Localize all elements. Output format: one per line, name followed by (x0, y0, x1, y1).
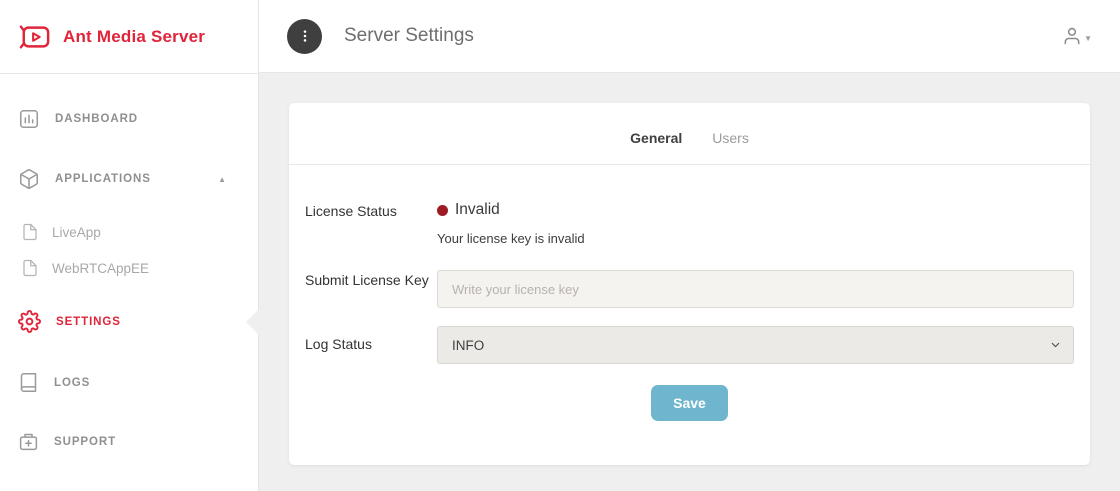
sidebar-item-label: SETTINGS (56, 316, 121, 328)
top-bar: Server Settings ▼ (259, 0, 1120, 73)
save-button[interactable]: Save (651, 385, 728, 421)
sidebar-item-logs[interactable]: LOGS (0, 360, 258, 405)
file-icon (21, 223, 39, 241)
sidebar-item-label: DASHBOARD (55, 113, 138, 125)
logs-icon (18, 372, 39, 393)
main-area: Server Settings ▼ General Users (259, 0, 1120, 491)
caret-down-icon: ▼ (1084, 34, 1092, 43)
sidebar-item-applications[interactable]: APPLICATIONS ▲ (0, 156, 258, 202)
license-status-detail: Your license key is invalid (437, 231, 1074, 246)
dashboard-icon (18, 108, 40, 130)
sidebar-item-liveapp[interactable]: LiveApp (0, 214, 258, 250)
sidebar-item-label: WebRTCAppEE (52, 261, 149, 276)
license-status-row: License Status Invalid Your license key … (305, 201, 1074, 246)
content-area: General Users License Status Invalid (259, 73, 1120, 491)
more-vertical-icon (297, 28, 313, 44)
submit-license-field-wrap (437, 270, 1074, 308)
sidebar-item-dashboard[interactable]: DASHBOARD (0, 96, 258, 142)
user-menu[interactable]: ▼ (1062, 26, 1092, 46)
save-button-wrap: Save (305, 385, 1074, 421)
tabs: General Users (289, 103, 1090, 164)
active-item-notch (246, 309, 259, 335)
actions-menu-button[interactable] (287, 19, 322, 54)
submit-license-label: Submit License Key (305, 270, 437, 292)
applications-collapse-icon[interactable]: ▲ (218, 175, 226, 184)
brand-logo[interactable]: Ant Media Server (0, 0, 258, 73)
settings-gear-icon (18, 310, 41, 333)
sidebar-item-label: APPLICATIONS (55, 173, 151, 185)
file-icon (21, 259, 39, 277)
sidebar-item-webrtcappee[interactable]: WebRTCAppEE (0, 250, 258, 286)
license-status-text: Invalid (455, 201, 500, 219)
sidebar-item-label: LiveApp (52, 225, 101, 240)
settings-card: General Users License Status Invalid (289, 103, 1090, 465)
license-status-dot-icon (437, 205, 448, 216)
sidebar-item-label: SUPPORT (54, 436, 116, 448)
license-status-value: Invalid Your license key is invalid (437, 201, 1074, 246)
page-title: Server Settings (344, 25, 474, 47)
sidebar-item-label: LOGS (54, 377, 90, 389)
support-icon (18, 431, 39, 452)
log-level-select-wrap: INFO (437, 326, 1074, 364)
sidebar-nav: DASHBOARD APPLICATIONS ▲ (0, 74, 258, 464)
license-status-label: License Status (305, 201, 437, 223)
sidebar-item-support[interactable]: SUPPORT (0, 419, 258, 464)
app-root: Ant Media Server DASHBOARD (0, 0, 1120, 491)
ant-media-logo-icon (18, 22, 52, 52)
sidebar-item-settings[interactable]: SETTINGS (0, 298, 258, 345)
tab-general[interactable]: General (630, 130, 682, 146)
license-status-line: Invalid (437, 201, 1074, 219)
log-status-label: Log Status (305, 334, 437, 356)
tab-users[interactable]: Users (712, 130, 749, 146)
license-key-input[interactable] (437, 270, 1074, 308)
sidebar: Ant Media Server DASHBOARD (0, 0, 259, 491)
user-icon (1062, 26, 1082, 46)
log-level-select[interactable]: INFO (437, 326, 1074, 364)
log-status-row: Log Status INFO (305, 326, 1074, 364)
applications-icon (18, 168, 40, 190)
submit-license-row: Submit License Key (305, 270, 1074, 308)
brand-name: Ant Media Server (63, 27, 205, 47)
settings-form: License Status Invalid Your license key … (289, 165, 1090, 421)
log-status-field-wrap: INFO (437, 326, 1074, 364)
